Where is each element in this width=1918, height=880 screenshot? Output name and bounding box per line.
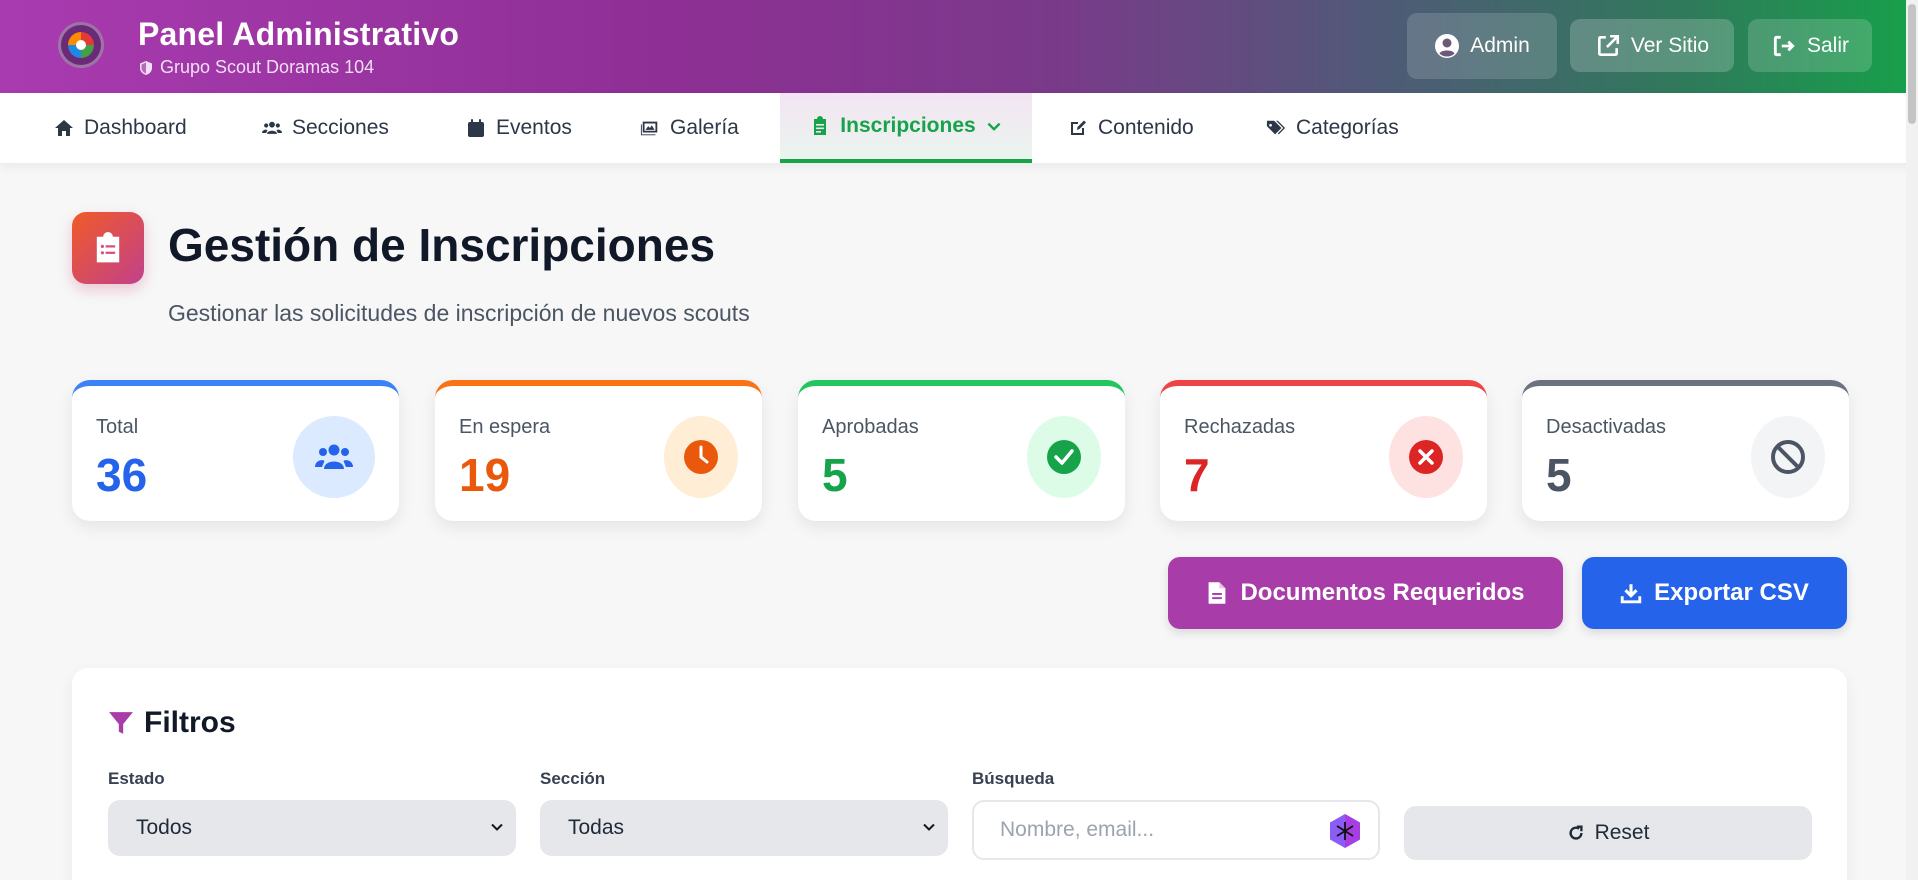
group-name: Grupo Scout Doramas 104 [160,57,375,77]
admin-button[interactable]: Admin [1407,13,1557,79]
stat-card-total: Total 36 [72,380,399,521]
scout-logo [58,22,104,68]
nav-inscripciones[interactable]: Inscripciones [780,93,1032,163]
users-icon [293,416,375,498]
search-input[interactable]: Nombre, email... [972,800,1380,860]
top-header: Panel Administrativo Grupo Scout Doramas… [0,0,1918,93]
view-site-button[interactable]: Ver Sitio [1570,19,1734,72]
stat-label: En espera [459,416,551,438]
stat-card-rejected: Rechazadas 7 [1160,380,1487,521]
edit-icon [1071,120,1086,135]
nav-categorias[interactable]: Categorías [1266,93,1399,163]
external-link-icon [1597,34,1619,56]
seccion-selected-value: Todas [568,816,625,839]
estado-selected-value: Todos [136,816,193,839]
chevron-down-icon [491,823,503,831]
reset-button[interactable]: Reset [1404,806,1812,860]
seccion-select[interactable]: Todas [540,800,948,856]
scrollbar-thumb[interactable] [1908,4,1916,124]
stat-card-approved: Aprobadas 5 [798,380,1125,521]
shield-icon [140,60,152,75]
stat-card-pending: En espera 19 [435,380,762,521]
nav-label: Secciones [292,116,389,139]
page-title: Gestión de Inscripciones [168,219,716,271]
stat-label: Aprobadas [822,416,919,438]
stat-label: Desactivadas [1546,416,1667,438]
extension-icon[interactable] [1326,812,1364,850]
reset-icon [1569,825,1583,840]
filters-heading: Filtros [108,706,236,740]
export-csv-label: Exportar CSV [1654,579,1809,606]
nav-label: Contenido [1098,116,1194,139]
stat-value: 5 [1546,449,1572,501]
stat-value: 19 [459,449,511,501]
chevron-down-icon [987,122,1001,131]
stat-label: Rechazadas [1184,416,1296,438]
admin-label: Admin [1470,34,1530,57]
logout-label: Salir [1806,33,1849,57]
clipboard-list-icon [72,212,144,284]
nav-dashboard[interactable]: Dashboard [54,93,187,163]
download-icon [1620,584,1642,604]
tags-icon [1266,120,1286,135]
user-circle-icon [1435,34,1460,58]
stat-value: 7 [1184,449,1210,501]
nav-eventos[interactable]: Eventos [466,93,572,163]
export-csv-button[interactable]: Exportar CSV [1582,557,1847,629]
main-nav: Dashboard Secciones Eventos Galería Insc… [0,93,1918,163]
busqueda-label: Búsqueda [972,769,1055,788]
page-subtitle: Gestionar las solicitudes de inscripción… [168,300,750,326]
logout-button[interactable]: Salir [1748,19,1872,72]
search-placeholder: Nombre, email... [1000,818,1155,841]
nav-label: Inscripciones [840,114,976,137]
x-icon [1389,416,1463,498]
clock-icon [664,416,738,498]
estado-label: Estado [108,769,165,788]
logout-icon [1773,35,1795,56]
stat-value: 5 [822,449,848,501]
required-documents-label: Documentos Requeridos [1240,579,1525,606]
filters-title-text: Filtros [144,706,236,739]
check-icon [1027,416,1101,498]
nav-contenido[interactable]: Contenido [1068,93,1194,163]
images-icon [640,121,658,136]
clipboard-icon [814,116,827,135]
nav-galeria[interactable]: Galería [640,93,739,163]
nav-label: Categorías [1296,116,1399,139]
estado-select[interactable]: Todos [108,800,516,856]
stat-label: Total [96,416,139,438]
ban-icon [1751,416,1825,498]
chevron-down-icon [923,823,935,831]
file-icon [1209,582,1226,604]
brand-subtitle: Grupo Scout Doramas 104 [138,57,374,78]
page-scrollbar[interactable] [1906,0,1918,880]
filter-icon [109,712,133,734]
calendar-icon [468,119,484,137]
brand-title: Panel Administrativo [138,16,460,52]
filters-panel: Filtros Estado Todos Sección Todas Búsqu… [72,668,1847,880]
nav-secciones[interactable]: Secciones [262,93,389,163]
required-documents-button[interactable]: Documentos Requeridos [1168,557,1563,629]
nav-label: Galería [670,116,739,139]
reset-label: Reset [1594,821,1650,844]
view-site-label: Ver Sitio [1630,33,1710,57]
nav-label: Eventos [496,116,572,139]
stat-card-deactivated: Desactivadas 5 [1522,380,1849,521]
home-icon [55,120,73,136]
stat-value: 36 [96,449,148,501]
nav-label: Dashboard [84,116,187,139]
seccion-label: Sección [540,769,606,788]
users-icon [262,121,282,134]
